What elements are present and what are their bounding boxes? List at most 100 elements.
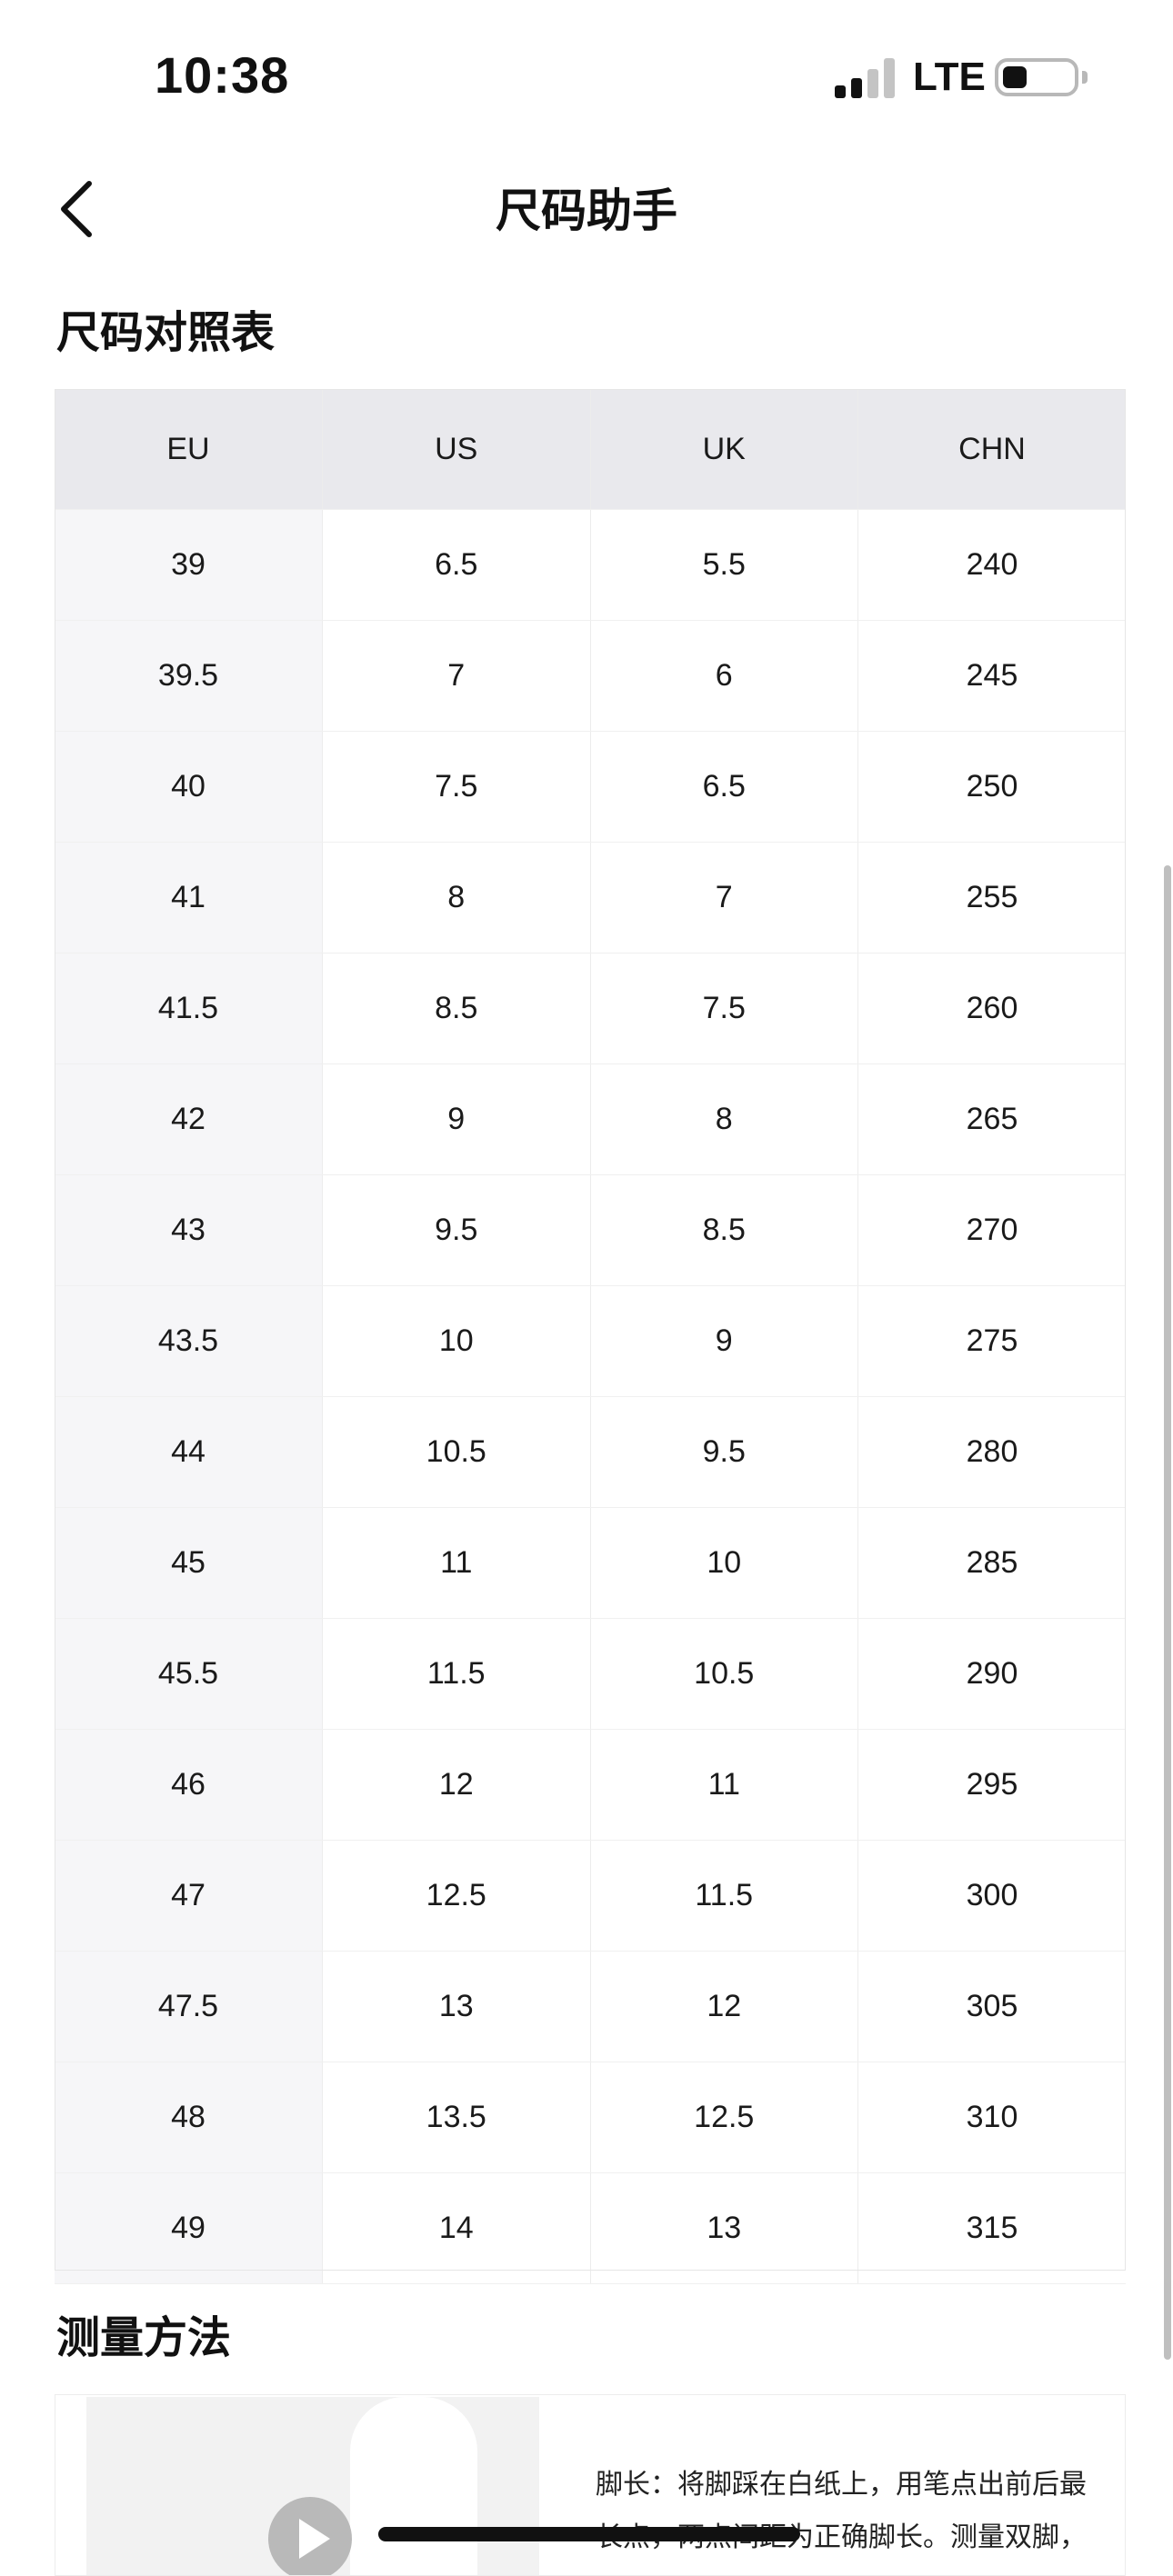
signal-icon xyxy=(835,58,897,98)
status-time: 10:38 xyxy=(155,46,290,104)
size-cell-uk: 11 xyxy=(590,1729,858,1841)
size-cell-chn: 275 xyxy=(857,1285,1126,1397)
size-cell-eu: 46 xyxy=(55,1729,323,1841)
battery-level xyxy=(1003,66,1027,88)
size-cell-uk: 6.5 xyxy=(590,731,858,843)
size-cell-chn: 245 xyxy=(857,620,1126,732)
size-cell-chn: 240 xyxy=(857,509,1126,621)
size-cell-chn: 280 xyxy=(857,1396,1126,1508)
table-row: 44 10.5 9.5 280 xyxy=(55,1396,1126,1508)
size-cell-us: 6.5 xyxy=(322,509,591,621)
battery-tip xyxy=(1082,71,1088,84)
table-row: 46 12 11 295 xyxy=(55,1729,1126,1841)
table-row: 41.5 8.5 7.5 260 xyxy=(55,953,1126,1064)
play-icon[interactable] xyxy=(268,2497,352,2575)
size-cell-eu: 47 xyxy=(55,1840,323,1952)
table-row: 41 8 7 255 xyxy=(55,842,1126,954)
size-cell-us: 7 xyxy=(322,620,591,732)
measure-title: 测量方法 xyxy=(56,2312,232,2363)
size-cell-chn: 260 xyxy=(857,953,1126,1064)
scrollbar[interactable] xyxy=(1164,865,1171,2360)
size-cell-us: 13 xyxy=(322,1951,591,2062)
nav-bar: 尺码助手 xyxy=(0,155,1173,264)
measure-card: 脚长：将脚踩在白纸上，用笔点出前后最长点，两点间距为正确脚长。测量双脚， xyxy=(55,2394,1126,2576)
size-cell-us: 14 xyxy=(322,2172,591,2284)
size-cell-uk: 8.5 xyxy=(590,1174,858,1286)
size-cell-chn: 285 xyxy=(857,1507,1126,1619)
size-cell-eu: 44 xyxy=(55,1396,323,1508)
size-cell-eu: 41 xyxy=(55,842,323,954)
table-row: 43.5 10 9 275 xyxy=(55,1285,1126,1397)
network-type: LTE xyxy=(913,55,986,99)
size-cell-us: 11 xyxy=(322,1507,591,1619)
table-row: 47.5 13 12 305 xyxy=(55,1951,1126,2062)
table-row: 48 13.5 12.5 310 xyxy=(55,2062,1126,2173)
size-cell-eu: 47.5 xyxy=(55,1951,323,2062)
column-header-eu: EU xyxy=(55,389,323,510)
size-cell-uk: 9.5 xyxy=(590,1396,858,1508)
size-cell-chn: 310 xyxy=(857,2062,1126,2173)
status-bar: 10:38 LTE xyxy=(0,0,1173,155)
size-cell-chn: 265 xyxy=(857,1063,1126,1175)
table-row: 45.5 11.5 10.5 290 xyxy=(55,1618,1126,1730)
size-cell-us: 12.5 xyxy=(322,1840,591,1952)
size-cell-uk: 10 xyxy=(590,1507,858,1619)
table-row: 40 7.5 6.5 250 xyxy=(55,731,1126,843)
table-row: 45 11 10 285 xyxy=(55,1507,1126,1619)
foot-image xyxy=(350,2397,477,2575)
size-chart-table: EU US UK CHN 39 6.5 5.5 240 39.5 7 6 245 40 7.5 6.… xyxy=(55,389,1126,2284)
size-cell-chn: 315 xyxy=(857,2172,1126,2284)
size-cell-eu: 40 xyxy=(55,731,323,843)
size-cell-eu: 42 xyxy=(55,1063,323,1175)
size-cell-chn: 290 xyxy=(857,1618,1126,1730)
page-title: 尺码助手 xyxy=(496,185,677,237)
size-cell-chn: 250 xyxy=(857,731,1126,843)
size-cell-eu: 43.5 xyxy=(55,1285,323,1397)
size-cell-eu: 41.5 xyxy=(55,953,323,1064)
size-cell-eu: 39 xyxy=(55,509,323,621)
size-cell-uk: 6 xyxy=(590,620,858,732)
size-cell-us: 10 xyxy=(322,1285,591,1397)
table-row: 47 12.5 11.5 300 xyxy=(55,1840,1126,1952)
size-cell-us: 8.5 xyxy=(322,953,591,1064)
size-cell-chn: 270 xyxy=(857,1174,1126,1286)
table-row: 39 6.5 5.5 240 xyxy=(55,509,1126,621)
size-cell-us: 9.5 xyxy=(322,1174,591,1286)
measure-video-thumbnail[interactable] xyxy=(86,2397,539,2575)
size-cell-us: 13.5 xyxy=(322,2062,591,2173)
size-cell-eu: 39.5 xyxy=(55,620,323,732)
column-header-us: US xyxy=(322,389,591,510)
size-cell-uk: 7.5 xyxy=(590,953,858,1064)
size-cell-eu: 45 xyxy=(55,1507,323,1619)
size-cell-uk: 9 xyxy=(590,1285,858,1397)
measure-description: 脚长：将脚踩在白纸上，用笔点出前后最长点，两点间距为正确脚长。测量双脚， xyxy=(596,2469,1087,2553)
column-header-chn: CHN xyxy=(857,389,1126,510)
size-cell-eu: 45.5 xyxy=(55,1618,323,1730)
size-cell-chn: 295 xyxy=(857,1729,1126,1841)
size-cell-chn: 305 xyxy=(857,1951,1126,2062)
battery-icon xyxy=(995,58,1078,96)
table-row: 39.5 7 6 245 xyxy=(55,620,1126,732)
size-chart-body: 39 6.5 5.5 240 39.5 7 6 245 40 7.5 6.5 250 41 8 7 255 41… xyxy=(55,509,1126,2284)
table-row: 49 14 13 315 xyxy=(55,2172,1126,2284)
table-row: 42 9 8 265 xyxy=(55,1063,1126,1175)
size-cell-us: 11.5 xyxy=(322,1618,591,1730)
size-cell-eu: 48 xyxy=(55,2062,323,2173)
size-cell-uk: 13 xyxy=(590,2172,858,2284)
size-cell-us: 12 xyxy=(322,1729,591,1841)
size-cell-uk: 12 xyxy=(590,1951,858,2062)
size-cell-us: 7.5 xyxy=(322,731,591,843)
size-cell-chn: 300 xyxy=(857,1840,1126,1952)
home-indicator[interactable] xyxy=(378,2527,800,2541)
size-cell-uk: 5.5 xyxy=(590,509,858,621)
size-chart-title: 尺码对照表 xyxy=(56,307,276,358)
size-cell-uk: 8 xyxy=(590,1063,858,1175)
size-cell-eu: 49 xyxy=(55,2172,323,2284)
column-header-uk: UK xyxy=(590,389,858,510)
size-cell-us: 10.5 xyxy=(322,1396,591,1508)
size-cell-uk: 10.5 xyxy=(590,1618,858,1730)
table-row: 43 9.5 8.5 270 xyxy=(55,1174,1126,1286)
size-cell-eu: 43 xyxy=(55,1174,323,1286)
size-cell-uk: 12.5 xyxy=(590,2062,858,2173)
size-cell-uk: 11.5 xyxy=(590,1840,858,1952)
